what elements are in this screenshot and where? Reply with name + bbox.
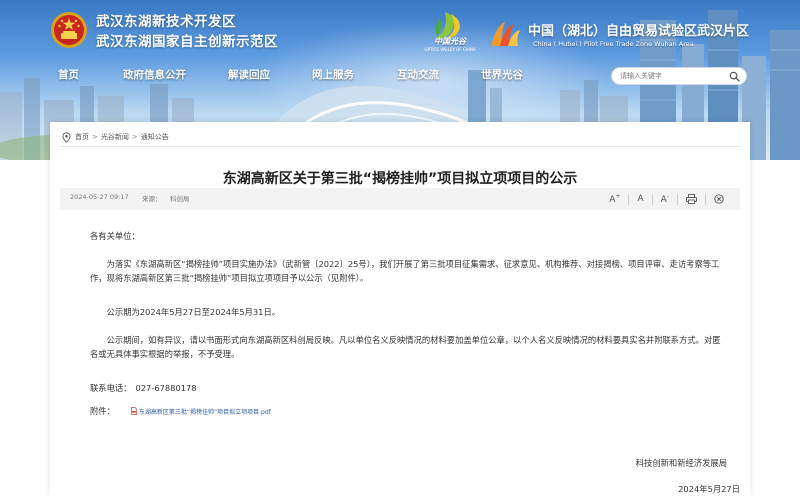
signature-date: 2024年5月27日 (678, 484, 740, 494)
nav-item-interpretation[interactable]: 解读回应 (228, 67, 270, 82)
breadcrumb-notices[interactable]: 通知公告 (141, 132, 169, 142)
article-source: 科创局 (170, 195, 190, 203)
search-icon[interactable] (729, 71, 740, 82)
article-source-label: 来源： (142, 195, 162, 203)
nav-item-interaction[interactable]: 互动交流 (397, 67, 439, 82)
nav-item-world-optics[interactable]: 世界光谷 (481, 67, 523, 82)
attachment-label: 附件： (90, 406, 115, 416)
optics-valley-logo-text: 中国光谷 (434, 37, 466, 46)
nav-item-gov-info[interactable]: 政府信息公开 (123, 67, 186, 82)
breadcrumb-divider (60, 146, 740, 147)
font-normal-button[interactable]: A (629, 194, 651, 204)
contact-phone-number: 027-67880178 (135, 383, 197, 393)
contact-phone: 联系电话： 027-67880178 (90, 381, 722, 395)
article-meta-bar: 2024-05-27 09:17 来源： 科创局 A+ A A- (60, 188, 740, 210)
close-page-button[interactable] (706, 194, 732, 204)
location-pin-icon (62, 131, 71, 143)
ftz-subtitle: China ( Hubei ) Pilot Free Trade Zone Wu… (533, 40, 694, 48)
breadcrumb: 首页 > 光谷新闻 > 通知公告 (62, 130, 169, 144)
article-greeting: 各有关单位： (90, 231, 140, 241)
site-title-line2: 武汉东湖国家自主创新示范区 (96, 34, 278, 50)
ftz-title: 中国（湖北）自由贸易试验区武汉片区 (528, 24, 750, 39)
breadcrumb-home[interactable]: 首页 (75, 132, 89, 142)
attachment-link[interactable]: 东湖高新区第三批“揭榜挂帅”项目拟立项项目.pdf (139, 407, 271, 416)
nav-item-online-service[interactable]: 网上服务 (312, 67, 354, 82)
article-date: 2024-05-27 09:17 (70, 193, 129, 201)
national-emblem-icon (51, 12, 87, 48)
ftz-logo-icon (491, 22, 520, 46)
article-paragraph-3: 公示期间，如有异议，请以书面形式向东湖高新区科创局反映。凡以单位名义反映情况的材… (90, 335, 721, 359)
site-title-line1: 武汉东湖新技术开发区 (96, 14, 236, 30)
printer-icon (686, 194, 697, 204)
attachment-row: 附件： 东湖高新区第三批“揭榜挂帅”项目拟立项项目.pdf (90, 405, 271, 417)
signature-organization: 科技创新和新经济发展局 (635, 458, 727, 468)
search-box (611, 67, 747, 85)
print-button[interactable] (678, 194, 705, 204)
breadcrumb-separator: > (92, 133, 98, 141)
breadcrumb-news[interactable]: 光谷新闻 (101, 132, 129, 142)
article-paragraph-2: 公示期为2024年5月27日至2024年5月31日。 (106, 307, 281, 317)
close-icon (714, 194, 724, 204)
pdf-file-icon (131, 407, 137, 415)
search-input[interactable] (620, 69, 725, 83)
font-larger-button[interactable]: A+ (601, 193, 628, 205)
nav-item-home[interactable]: 首页 (58, 67, 79, 82)
article-title: 东湖高新区关于第三批“揭榜挂帅”项目拟立项项目的公示 (222, 171, 578, 187)
contact-phone-label: 联系电话： (90, 383, 132, 393)
font-smaller-button[interactable]: A- (653, 193, 677, 205)
article-card: 首页 > 光谷新闻 > 通知公告 东湖高新区关于第三批“揭榜挂帅”项目拟立项项目… (50, 122, 750, 496)
site-title: 武汉东湖新技术开发区 武汉东湖国家自主创新示范区 (96, 12, 278, 52)
optics-valley-logo-subtitle: OPTICS VALLEY OF CHINA (424, 47, 476, 52)
article-tools: A+ A A- (601, 191, 732, 207)
article-paragraph-1: 为落实《东湖高新区“揭榜挂帅”项目实施办法》（武新管〔2022〕25号），我们开… (90, 259, 720, 283)
breadcrumb-separator: > (131, 133, 138, 141)
